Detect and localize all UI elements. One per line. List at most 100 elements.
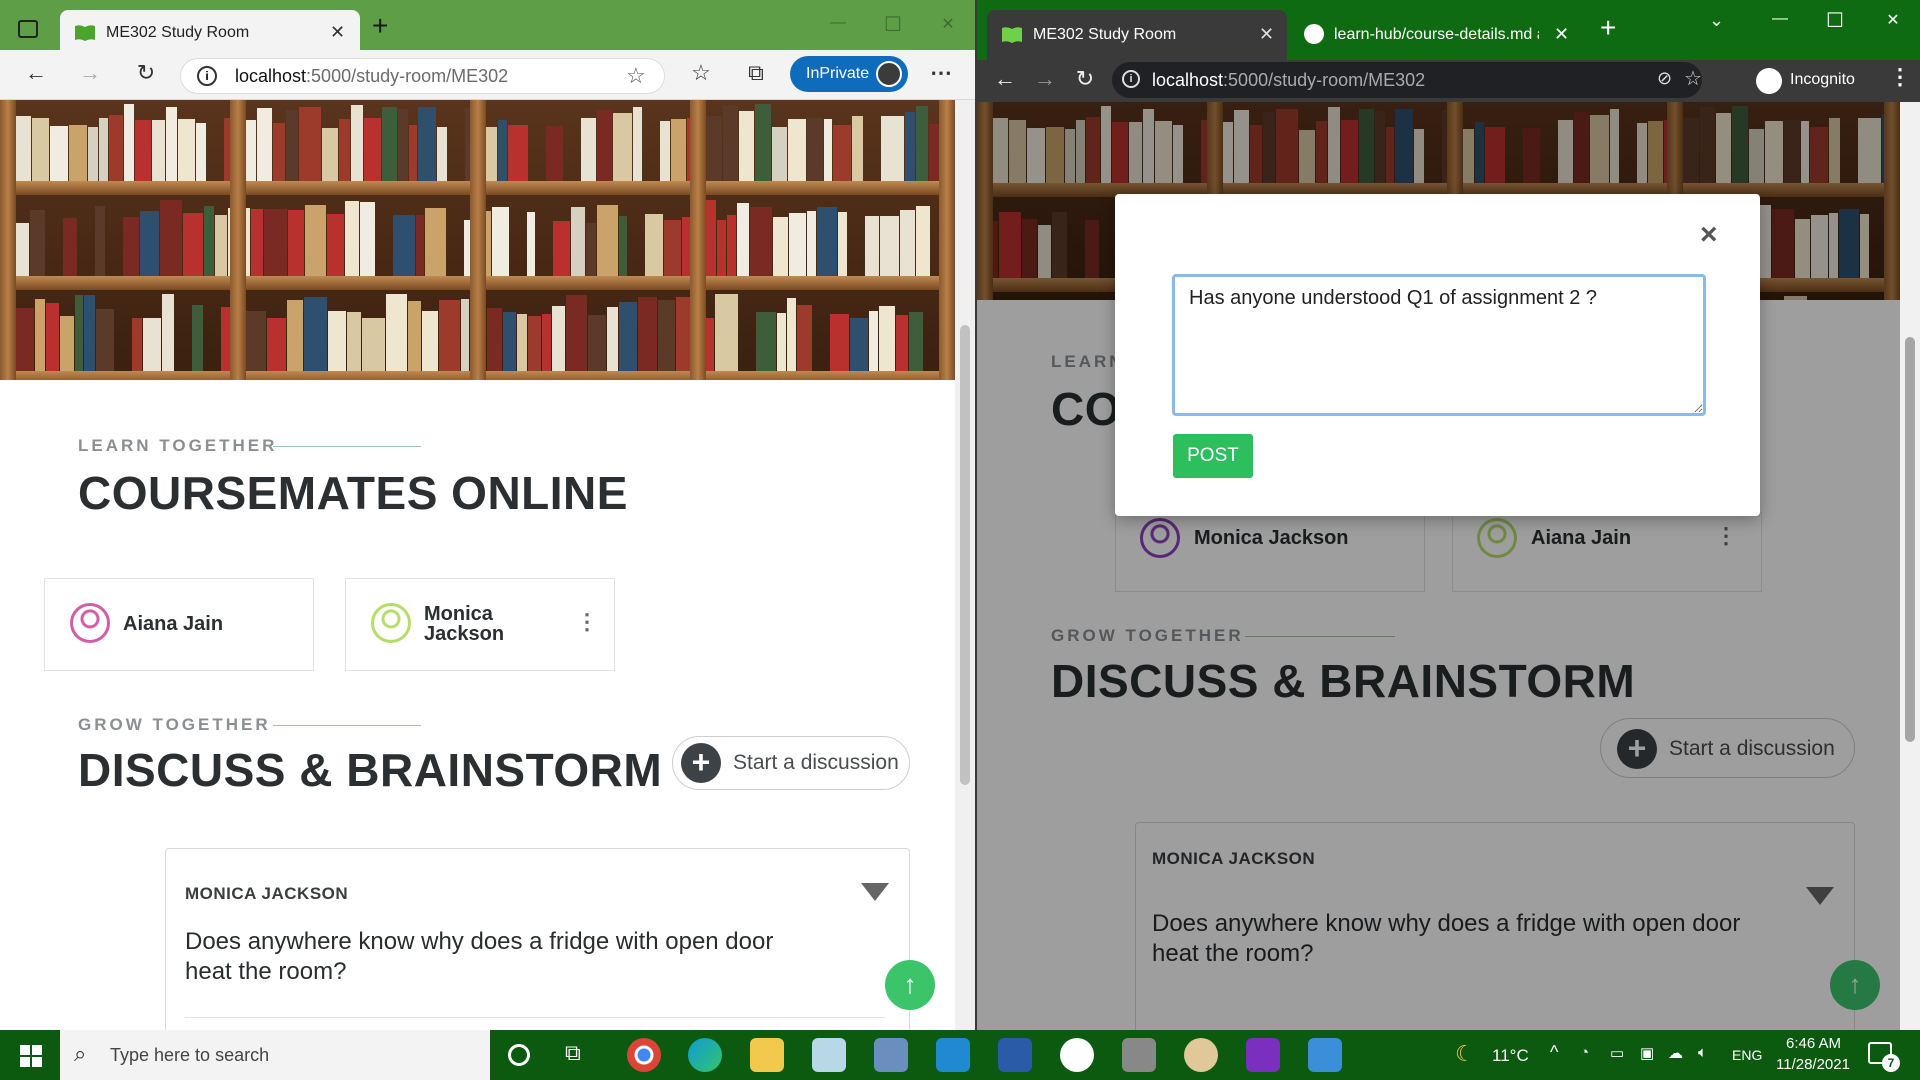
file-explorer-icon[interactable] (750, 1038, 784, 1072)
close-tab-icon[interactable]: ✕ (1554, 24, 1569, 45)
minimize-button[interactable]: — (1757, 10, 1803, 28)
shelf-post (230, 100, 246, 380)
task-view-icon[interactable]: ⧉ (565, 1040, 581, 1066)
back-arrow-icon[interactable]: ← (989, 66, 1021, 92)
weather-moon-icon[interactable]: ☾ (1455, 1041, 1475, 1067)
url-text: localhost:5000/study-room/ME302 (1152, 70, 1425, 91)
bookmark-star-icon[interactable]: ☆ (1684, 66, 1702, 91)
chrome-scrollbar[interactable] (1900, 102, 1920, 1030)
site-info-icon[interactable]: i (197, 66, 217, 86)
wifi-icon[interactable]: ◔ (1580, 1044, 1589, 1061)
refresh-icon[interactable]: ↻ (130, 60, 162, 86)
tab-search-icon[interactable]: ⌄ (1709, 10, 1724, 31)
paint-app-icon[interactable] (1184, 1038, 1218, 1072)
powershell-icon[interactable] (998, 1038, 1032, 1072)
post-textarea[interactable] (1172, 274, 1706, 416)
close-tab-icon[interactable]: ✕ (1259, 24, 1274, 45)
start-discussion-button[interactable]: + Start a discussion (672, 736, 910, 790)
eye-off-icon[interactable]: ⊘ (1657, 68, 1672, 89)
close-window-button[interactable]: ✕ (1870, 10, 1916, 30)
book-spine (152, 119, 165, 181)
add-favorite-icon[interactable]: ☆ (626, 63, 646, 89)
cortana-icon[interactable] (508, 1044, 530, 1066)
book-spine (789, 212, 806, 276)
book-spine (304, 296, 327, 371)
book-spine (586, 223, 596, 276)
book-spine (183, 213, 203, 276)
more-menu-icon[interactable]: ⋮ (1889, 64, 1911, 90)
book-spine (597, 110, 612, 181)
book-spine (362, 318, 385, 371)
coursemate-card[interactable]: Aiana Jain (44, 578, 314, 671)
book-spine (850, 318, 868, 371)
book-spine (739, 111, 754, 181)
incognito-badge[interactable]: Incognito (1752, 62, 1877, 98)
site-info-icon[interactable]: i (1122, 70, 1140, 88)
microphone-app-icon[interactable] (1122, 1038, 1156, 1072)
notes-app-icon[interactable] (812, 1038, 846, 1072)
collections-icon[interactable]: ⧉ (740, 60, 772, 86)
vscode-icon[interactable] (936, 1038, 970, 1072)
book-spine (328, 311, 346, 371)
network-icon[interactable]: ☁ (1668, 1044, 1683, 1062)
book-spine (132, 318, 142, 371)
expand-caret-icon[interactable] (861, 883, 889, 901)
forward-arrow-icon[interactable]: → (1029, 66, 1061, 92)
scroll-thumb[interactable] (1905, 337, 1915, 742)
calculator-icon[interactable] (874, 1038, 908, 1072)
eyebrow-divider (273, 725, 421, 726)
chrome-tab-study-room[interactable]: ME302 Study Room ✕ (987, 10, 1287, 62)
battery-icon[interactable]: ▭ (1610, 1044, 1624, 1062)
modal-close-button[interactable]: × (1700, 218, 1718, 252)
edge-app-icon[interactable] (688, 1038, 722, 1072)
coursemate-card[interactable]: Monica Jackson ⋮ (345, 578, 615, 671)
book-spine (393, 214, 415, 276)
photos-app-icon[interactable] (1308, 1038, 1342, 1072)
discussion-post[interactable]: MONICA JACKSON Does anywhere know why do… (165, 848, 910, 1030)
tray-chevron-icon[interactable]: ^ (1550, 1042, 1558, 1063)
back-arrow-icon[interactable]: ← (20, 60, 52, 86)
post-button[interactable]: POST (1173, 434, 1253, 478)
post-text-line1: Does anywhere know why does a fridge wit… (185, 928, 774, 955)
edge-address-bar[interactable]: i localhost:5000/study-room/ME302 ☆ (180, 58, 665, 94)
book-spine (581, 118, 596, 181)
book-spine (162, 294, 174, 371)
scroll-top-button[interactable]: ↑ (885, 960, 935, 1010)
book-spine (322, 127, 338, 181)
edge-scrollbar[interactable] (955, 100, 975, 1030)
inprivate-button[interactable]: InPrivate (790, 56, 908, 92)
book-spine (204, 205, 214, 276)
mongodb-icon[interactable] (1060, 1038, 1094, 1072)
meet-now-icon[interactable]: ▣ (1640, 1044, 1654, 1062)
language-indicator[interactable]: ENG (1732, 1047, 1762, 1063)
onenote-app-icon[interactable] (1246, 1038, 1280, 1072)
chrome-app-icon[interactable] (627, 1038, 661, 1072)
book-spine (900, 209, 915, 276)
taskbar-search-box[interactable]: ⌕ Type here to search (60, 1030, 490, 1080)
forward-arrow-icon[interactable]: → (74, 60, 106, 86)
clock-date[interactable]: 11/28/2021 (1776, 1056, 1850, 1073)
scroll-thumb[interactable] (960, 325, 970, 785)
close-window-button[interactable]: ✕ (925, 14, 971, 34)
start-windows-icon[interactable] (20, 1045, 42, 1067)
favorites-icon[interactable]: ☆ (685, 60, 717, 86)
maximize-button[interactable]: ☐ (870, 12, 916, 37)
volume-icon[interactable]: 🔈︎ (1698, 1044, 1707, 1061)
refresh-icon[interactable]: ↻ (1069, 66, 1101, 92)
book-spine (852, 115, 863, 181)
maximize-button[interactable]: ☐ (1812, 8, 1858, 33)
new-tab-button[interactable]: + (1600, 12, 1616, 44)
tab-actions-icon[interactable] (18, 20, 38, 38)
weather-temperature[interactable]: 11°C (1492, 1046, 1529, 1066)
more-options-icon[interactable]: ⋮ (576, 609, 598, 635)
new-tab-button[interactable]: + (372, 10, 388, 42)
minimize-button[interactable]: — (815, 14, 861, 32)
more-menu-icon[interactable]: ⋯ (925, 60, 957, 86)
book-spine (243, 310, 266, 371)
chrome-tab-github[interactable]: learn-hub/course-details.md at m ✕ (1292, 10, 1582, 60)
book-spine (192, 304, 203, 371)
book-spine (896, 315, 908, 371)
chrome-address-bar[interactable]: i localhost:5000/study-room/ME302 ⊘ ☆ (1112, 62, 1702, 98)
close-tab-icon[interactable]: ✕ (330, 22, 345, 43)
clock-time[interactable]: 6:46 AM (1786, 1035, 1841, 1052)
